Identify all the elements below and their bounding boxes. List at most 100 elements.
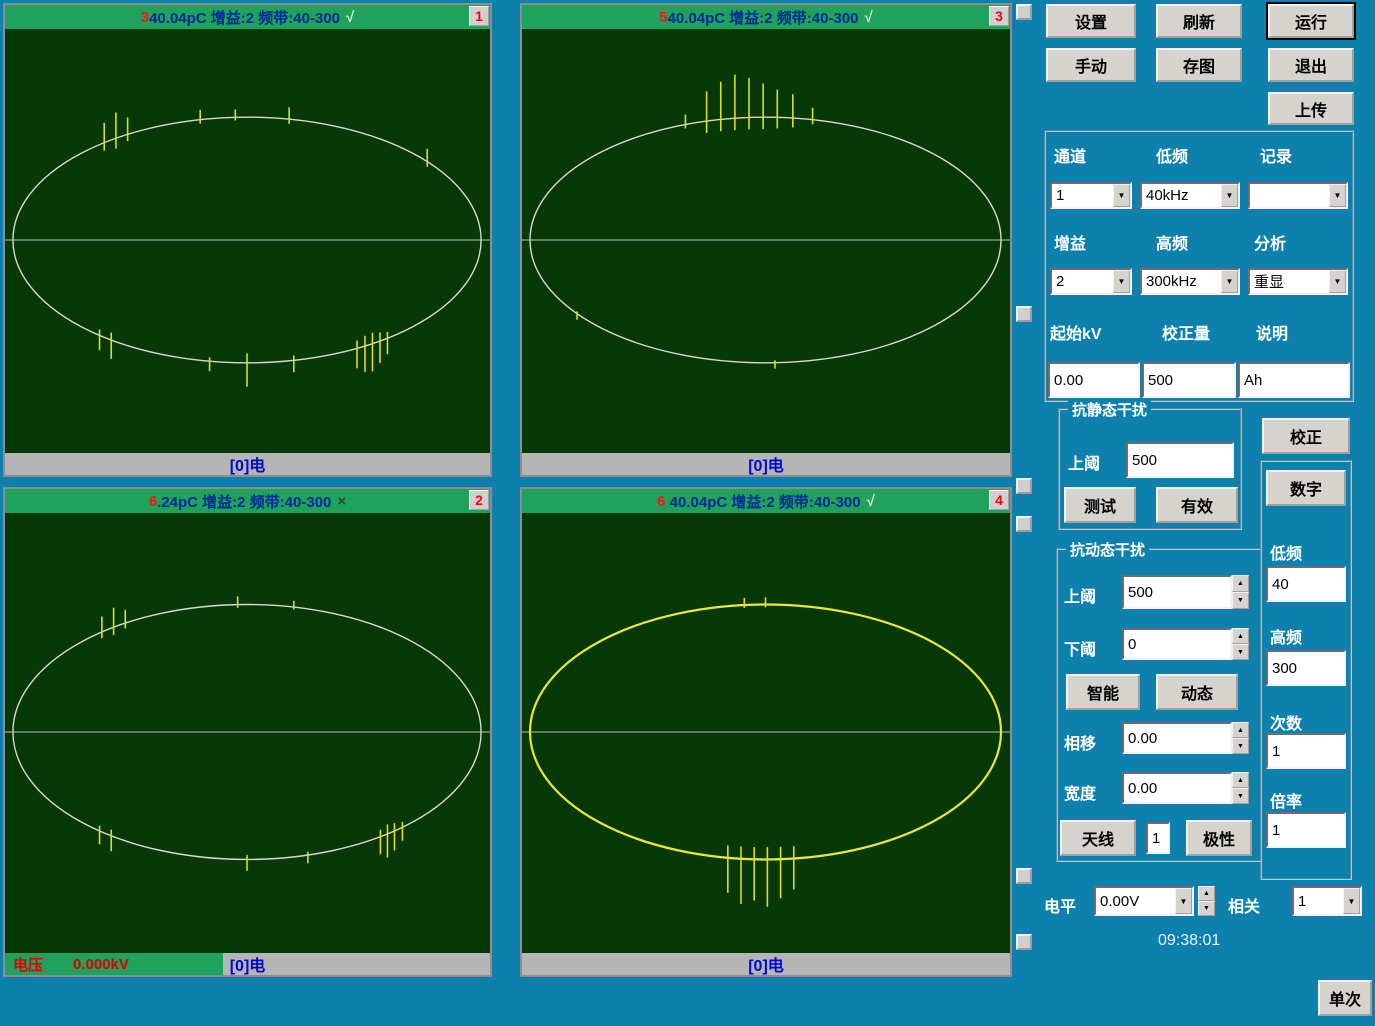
chevron-down-icon[interactable]: ▼ [1113, 270, 1130, 293]
gain-select[interactable]: 2 ▼ [1050, 268, 1132, 295]
test-button[interactable]: 测试 [1064, 487, 1136, 523]
scope-1-title: 40.04pC 增益:2 频带:40-300 [149, 7, 340, 28]
scope-1-plot [5, 29, 490, 453]
analysis-label: 分析 [1254, 230, 1286, 254]
spin-up-icon[interactable]: ▲ [1232, 575, 1249, 592]
chevron-down-icon[interactable]: ▼ [1175, 888, 1192, 914]
ratio-label: 倍率 [1270, 788, 1302, 812]
scope-4-footer: [0]电 [522, 953, 1010, 975]
chevron-down-icon[interactable]: ▼ [1329, 184, 1346, 207]
spin-up-icon[interactable]: ▲ [1232, 628, 1249, 644]
static-group-title: 抗静态干扰 [1068, 399, 1151, 420]
chevron-down-icon[interactable]: ▼ [1221, 184, 1238, 207]
startkv-input[interactable]: 0.00 [1048, 362, 1140, 398]
lowfreq-label: 低频 [1156, 143, 1188, 167]
pd-measurement-app: 340.04pC 增益:2 频带:40-300√ 1 [0]电 540.04pC… [0, 0, 1375, 1026]
digital-button[interactable]: 数字 [1266, 470, 1346, 506]
scope-panel-2: 540.04pC 增益:2 频带:40-300√ 3 [0]电 [520, 3, 1012, 477]
calibrate-button[interactable]: 校正 [1262, 418, 1350, 454]
width-input[interactable]: 0.00 [1122, 772, 1232, 804]
chevron-down-icon[interactable]: ▼ [1221, 270, 1238, 293]
splitter-handle[interactable] [1016, 478, 1032, 494]
splitter-handle[interactable] [1016, 516, 1032, 532]
splitter-handle[interactable] [1016, 306, 1032, 322]
chevron-down-icon[interactable]: ▼ [1329, 270, 1346, 293]
splitter-handle[interactable] [1016, 4, 1032, 20]
calibration-input[interactable]: 500 [1142, 362, 1236, 398]
polarity-button[interactable]: 极性 [1186, 820, 1252, 856]
highfreq-select[interactable]: 300kHz ▼ [1140, 268, 1240, 295]
spin-down-icon[interactable]: ▼ [1232, 788, 1249, 804]
chevron-down-icon[interactable]: ▼ [1113, 184, 1130, 207]
dyn-lower-label: 下阈 [1064, 636, 1096, 660]
level-select[interactable]: 0.00V ▼ [1094, 886, 1194, 916]
upload-button[interactable]: 上传 [1268, 92, 1354, 125]
scope-3-footer-label: [0]电 [230, 952, 266, 976]
scope-2-channel-badge: 3 [989, 6, 1009, 26]
settings-button[interactable]: 设置 [1046, 4, 1136, 38]
voltage-value: 0.000kV [73, 956, 129, 973]
analysis-select[interactable]: 重显 ▼ [1248, 268, 1348, 295]
chevron-down-icon[interactable]: ▼ [1343, 888, 1360, 914]
antenna-count-input[interactable]: 1 [1146, 822, 1170, 854]
smart-button[interactable]: 智能 [1066, 674, 1140, 710]
spin-up-icon[interactable]: ▲ [1198, 886, 1215, 901]
dyn-lower-spinner[interactable]: ▲▼ [1232, 628, 1249, 660]
spin-down-icon[interactable]: ▼ [1232, 592, 1249, 609]
static-upper-label: 上阈 [1068, 450, 1100, 474]
level-value: 0.00V [1100, 893, 1175, 910]
scope-1-trace [5, 29, 490, 453]
lowfreq-value: 40kHz [1146, 187, 1221, 204]
dyn-upper-spinner[interactable]: ▲▼ [1232, 575, 1249, 609]
dyn-upper-input[interactable]: 500 [1122, 575, 1232, 609]
correlation-label: 相关 [1228, 893, 1260, 917]
level-spinner[interactable]: ▲▼ [1198, 886, 1215, 916]
splitter-handle[interactable] [1016, 868, 1032, 884]
lowfreq-select[interactable]: 40kHz ▼ [1140, 182, 1240, 209]
channel-select[interactable]: 1 ▼ [1050, 182, 1132, 209]
scope-1-footer: [0]电 [5, 453, 490, 475]
startkv-label: 起始kV [1050, 320, 1102, 344]
valid-button[interactable]: 有效 [1156, 487, 1238, 523]
refresh-button[interactable]: 刷新 [1156, 4, 1242, 38]
scope-2-count: 5 [659, 9, 667, 26]
scope-1-count: 3 [141, 9, 149, 26]
scope-2-footer-label: [0]电 [748, 452, 784, 476]
antenna-button[interactable]: 天线 [1060, 820, 1136, 856]
calibration-label: 校正量 [1162, 320, 1210, 344]
width-spinner[interactable]: ▲▼ [1232, 772, 1249, 804]
single-button[interactable]: 单次 [1318, 980, 1372, 1016]
scope-2-trace [522, 29, 1010, 453]
run-button[interactable]: 运行 [1268, 4, 1354, 38]
record-select[interactable]: ▼ [1248, 182, 1348, 209]
ratio-input[interactable]: 1 [1266, 812, 1346, 848]
scope-4-header: 6 40.04pC 增益:2 频带:40-300√ 4 [522, 489, 1010, 513]
static-upper-input[interactable]: 500 [1126, 442, 1234, 478]
dynamic-button[interactable]: 动态 [1156, 674, 1238, 710]
record-label: 记录 [1260, 143, 1292, 167]
gain-label: 增益 [1054, 230, 1086, 254]
spin-down-icon[interactable]: ▼ [1232, 738, 1249, 754]
scope-4-footer-label: [0]电 [748, 952, 784, 976]
channel-label: 通道 [1054, 143, 1086, 167]
width-label: 宽度 [1064, 780, 1096, 804]
spin-down-icon[interactable]: ▼ [1232, 644, 1249, 660]
analysis-value: 重显 [1254, 271, 1329, 292]
spin-up-icon[interactable]: ▲ [1232, 772, 1249, 788]
manual-button[interactable]: 手动 [1046, 48, 1136, 82]
scope-4-channel-badge: 4 [989, 490, 1009, 510]
correlation-select[interactable]: 1 ▼ [1292, 886, 1362, 916]
exit-button[interactable]: 退出 [1268, 48, 1354, 82]
spin-up-icon[interactable]: ▲ [1232, 722, 1249, 738]
description-input[interactable]: Ah [1238, 362, 1350, 398]
lowfreq-input[interactable]: 40 [1266, 566, 1346, 602]
count-input[interactable]: 1 [1266, 733, 1346, 769]
highfreq-input[interactable]: 300 [1266, 650, 1346, 686]
phase-input[interactable]: 0.00 [1122, 722, 1232, 754]
splitter-handle[interactable] [1016, 934, 1032, 950]
phase-spinner[interactable]: ▲▼ [1232, 722, 1249, 754]
voltage-readout: 电压 0.000kV [5, 953, 223, 975]
save-image-button[interactable]: 存图 [1156, 48, 1242, 82]
dyn-lower-input[interactable]: 0 [1122, 628, 1232, 660]
spin-down-icon[interactable]: ▼ [1198, 901, 1215, 916]
